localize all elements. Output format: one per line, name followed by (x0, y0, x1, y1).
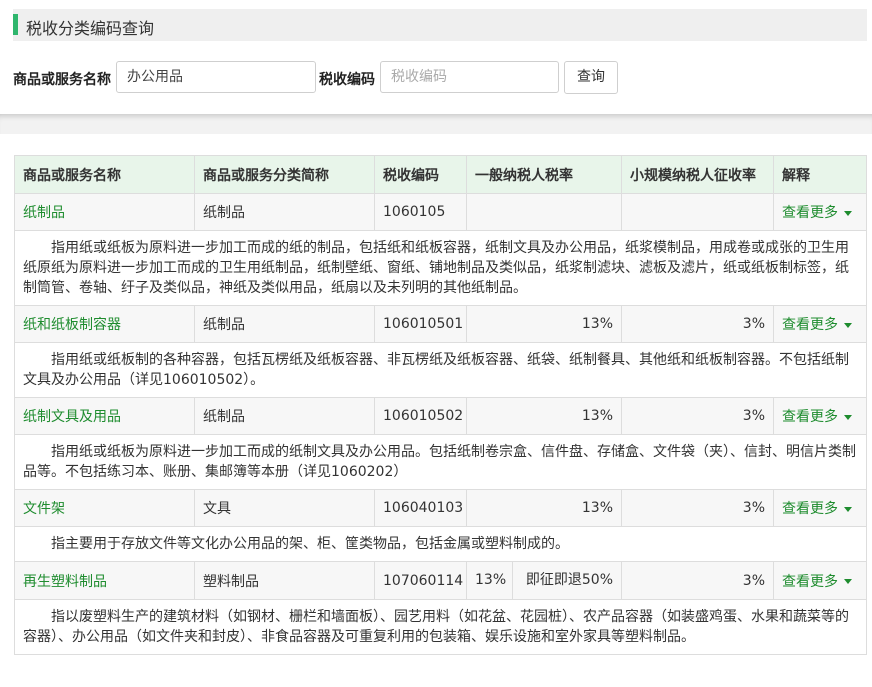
view-more-button[interactable]: 查看更多 (773, 489, 867, 527)
search-button[interactable]: 查询 (564, 61, 618, 94)
table-row: 纸制文具及用品 纸制品 106010502 13% 3% 查看更多 (14, 397, 867, 435)
header-category: 商品或服务分类简称 (194, 155, 375, 194)
caret-down-icon (844, 506, 852, 512)
row-small-rate: 3% (621, 305, 774, 343)
view-more-label: 查看更多 (782, 317, 838, 333)
row-name-link[interactable]: 纸制文具及用品 (14, 397, 195, 435)
row-description: 指用纸或纸板制的各种容器，包括瓦楞纸及纸板容器、非瓦楞纸及纸板容器、纸袋、纸制餐… (14, 342, 867, 398)
panel-divider (0, 114, 872, 134)
description-text: 指以废塑料生产的建筑材料（如钢材、栅栏和墙面板）、园艺用料（如花盆、花园桩）、农… (14, 599, 867, 655)
view-more-button[interactable]: 查看更多 (773, 193, 867, 231)
caret-down-icon (844, 579, 852, 584)
row-category: 塑料制品 (194, 561, 375, 600)
view-more-label: 查看更多 (782, 409, 838, 425)
row-general-rate: 13% (466, 305, 622, 343)
caret-down-icon (844, 322, 852, 328)
row-small-rate (621, 193, 774, 231)
search-panel: 税收分类编码查询 商品或服务名称 税收编码 查询 (0, 0, 872, 118)
header-general-rate: 一般纳税人税率 (466, 155, 622, 194)
header-name: 商品或服务名称 (14, 155, 195, 194)
row-general-rate: 13% (466, 397, 622, 435)
view-more-button[interactable]: 查看更多 (773, 561, 867, 600)
code-input[interactable] (380, 61, 559, 93)
table-header-row: 商品或服务名称 商品或服务分类简称 税收编码 一般纳税人税率 小规模纳税人征收率… (14, 155, 867, 194)
page-title: 税收分类编码查询 (26, 19, 155, 38)
header-code: 税收编码 (374, 155, 467, 194)
table-row: 纸和纸板制容器 纸制品 106010501 13% 3% 查看更多 (14, 305, 867, 343)
caret-down-icon (844, 414, 852, 420)
table-row: 文件架 文具 106040103 13% 3% 查看更多 (14, 489, 867, 527)
row-small-rate: 3% (621, 561, 774, 600)
row-code: 107060114 (374, 561, 467, 600)
description-text: 指用纸或纸板为原料进一步加工而成的纸制文具及办公用品。包括纸制卷宗盒、信件盘、存… (14, 434, 867, 490)
description-text: 指用纸或纸板制的各种容器，包括瓦楞纸及纸板容器、非瓦楞纸及纸板容器、纸袋、纸制餐… (14, 342, 867, 398)
row-description: 指主要用于存放文件等文化办公用品的架、柜、筐类物品，包括金属或塑料制成的。 (14, 526, 867, 562)
row-code: 106010502 (374, 397, 467, 435)
row-code: 106040103 (374, 489, 467, 527)
row-code: 106010501 (374, 305, 467, 343)
general-rate-value: 13% (467, 562, 513, 599)
row-name-link[interactable]: 纸制品 (14, 193, 195, 231)
results-table: 商品或服务名称 商品或服务分类简称 税收编码 一般纳税人税率 小规模纳税人征收率… (14, 155, 867, 655)
name-input[interactable] (116, 61, 316, 93)
view-more-label: 查看更多 (782, 501, 838, 517)
description-text: 指主要用于存放文件等文化办公用品的架、柜、筐类物品，包括金属或塑料制成的。 (14, 526, 867, 562)
row-small-rate: 3% (621, 397, 774, 435)
row-category: 纸制品 (194, 397, 375, 435)
page-title-bar: 税收分类编码查询 (13, 9, 867, 41)
row-small-rate: 3% (621, 489, 774, 527)
title-accent-bar (13, 14, 18, 35)
row-name-link[interactable]: 再生塑料制品 (14, 561, 195, 600)
general-rate-note: 即征即退50% (525, 572, 613, 588)
row-category: 纸制品 (194, 193, 375, 231)
row-category: 文具 (194, 489, 375, 527)
view-more-button[interactable]: 查看更多 (773, 305, 867, 343)
row-general-rate: 13% 即征即退50% (466, 561, 622, 600)
view-more-button[interactable]: 查看更多 (773, 397, 867, 435)
row-general-rate: 13% (466, 489, 622, 527)
code-label: 税收编码 (319, 72, 375, 88)
row-description: 指以废塑料生产的建筑材料（如钢材、栅栏和墙面板）、园艺用料（如花盆、花园桩）、农… (14, 599, 867, 655)
table-row: 再生塑料制品 塑料制品 107060114 13% 即征即退50% 3% 查看更… (14, 561, 867, 600)
header-small-rate: 小规模纳税人征收率 (621, 155, 774, 194)
row-name-link[interactable]: 文件架 (14, 489, 195, 527)
row-code: 1060105 (374, 193, 467, 231)
table-row: 纸制品 纸制品 1060105 查看更多 (14, 193, 867, 231)
view-more-label: 查看更多 (782, 205, 838, 221)
row-description: 指用纸或纸板为原料进一步加工而成的纸制文具及办公用品。包括纸制卷宗盒、信件盘、存… (14, 434, 867, 490)
row-general-rate (466, 193, 622, 231)
header-explain: 解释 (773, 155, 867, 194)
name-label: 商品或服务名称 (13, 72, 111, 88)
row-description: 指用纸或纸板为原料进一步加工而成的纸的制品，包括纸和纸板容器，纸制文具及办公用品… (14, 230, 867, 306)
description-text: 指用纸或纸板为原料进一步加工而成的纸的制品，包括纸和纸板容器，纸制文具及办公用品… (14, 230, 867, 306)
view-more-label: 查看更多 (782, 573, 838, 590)
row-name-link[interactable]: 纸和纸板制容器 (14, 305, 195, 343)
caret-down-icon (844, 210, 852, 216)
row-category: 纸制品 (194, 305, 375, 343)
